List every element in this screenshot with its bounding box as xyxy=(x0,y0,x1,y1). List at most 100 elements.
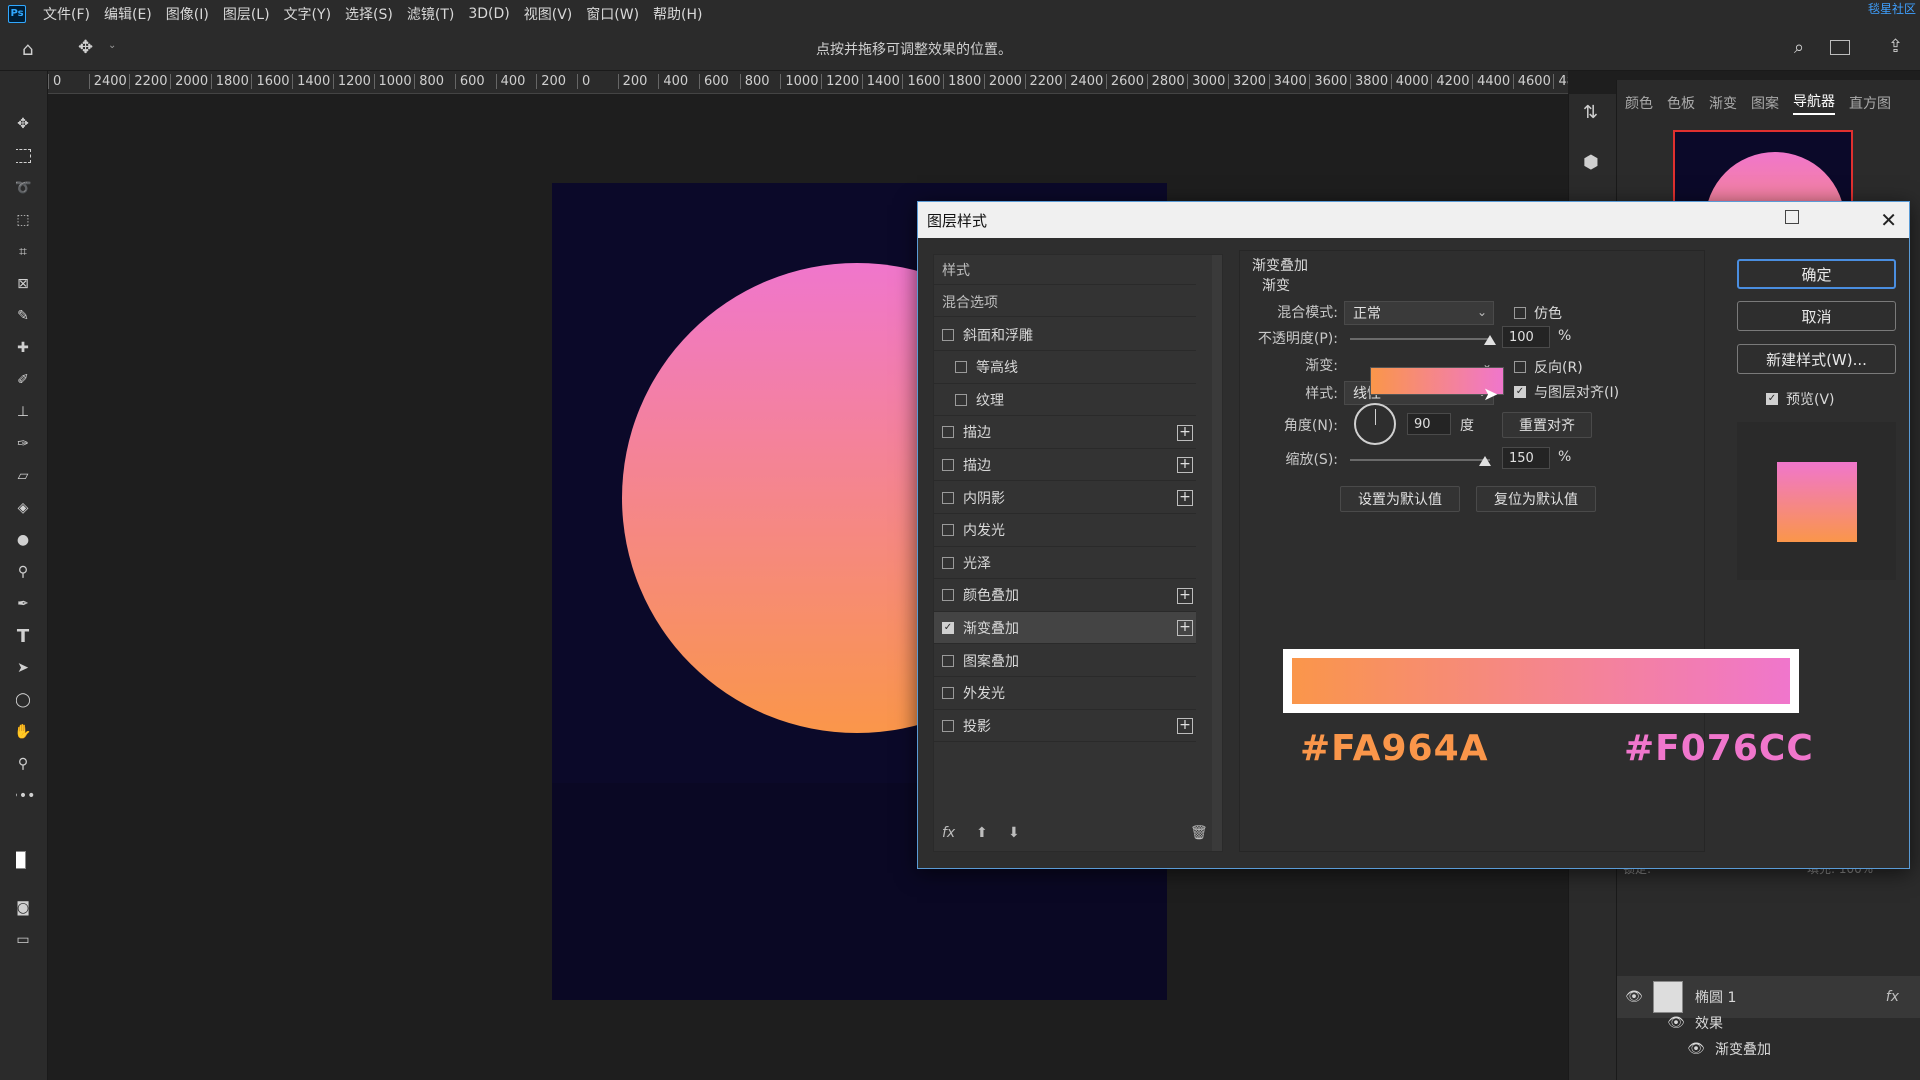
checkbox-icon[interactable] xyxy=(942,654,954,667)
checkbox-icon[interactable] xyxy=(942,524,954,537)
angle-dial[interactable] xyxy=(1354,403,1396,445)
layers-panel: 锁定: 填充: 100% 👁 椭圆 1 fx 👁 效果 👁 渐变叠加 xyxy=(1617,860,1920,1080)
style-item[interactable]: 描边 + xyxy=(934,417,1196,449)
checkbox-icon[interactable] xyxy=(942,589,954,602)
menu-select[interactable]: 选择(S) xyxy=(338,4,400,24)
scale-slider-track[interactable] xyxy=(1350,459,1490,461)
menu-type[interactable]: 文字(Y) xyxy=(277,4,338,24)
set-default-button[interactable]: 设置为默认值 xyxy=(1340,486,1460,512)
checkbox-icon[interactable] xyxy=(942,687,954,700)
dither-checkbox[interactable]: 仿色 xyxy=(1514,303,1562,323)
dialog-title-bar[interactable]: 图层样式 ✕ xyxy=(918,202,1909,238)
blend-mode-select[interactable]: 正常 ⌄ xyxy=(1344,301,1494,325)
menu-window[interactable]: 窗口(W) xyxy=(579,4,646,24)
share-icon[interactable]: ⇪ xyxy=(1888,36,1903,57)
add-icon[interactable]: + xyxy=(1177,620,1193,637)
tab-histogram[interactable]: 直方图 xyxy=(1849,93,1891,113)
checkbox-icon[interactable] xyxy=(942,556,954,569)
ruler-tick: 2000 xyxy=(170,74,211,89)
style-item-label: 描边 xyxy=(963,457,991,474)
fx-icon[interactable]: fx xyxy=(942,825,955,841)
style-item[interactable]: 内阴影 + xyxy=(934,482,1196,514)
angle-unit: 度 xyxy=(1460,418,1474,434)
add-icon[interactable]: + xyxy=(1177,424,1193,441)
menu-3d[interactable]: 3D(D) xyxy=(461,6,516,22)
checkbox-icon[interactable] xyxy=(955,361,967,374)
angle-input[interactable]: 90 xyxy=(1407,413,1451,435)
add-icon[interactable]: + xyxy=(1177,490,1193,506)
reset-default-button[interactable]: 复位为默认值 xyxy=(1476,486,1596,512)
style-list-scrollbar[interactable] xyxy=(1212,255,1222,851)
menu-layer[interactable]: 图层(L) xyxy=(216,4,277,24)
style-item[interactable]: 描边 + xyxy=(934,449,1196,482)
align-with-layer-checkbox[interactable]: ✓ 与图层对齐(I) xyxy=(1514,382,1619,402)
checkbox-icon[interactable] xyxy=(955,393,967,406)
menu-filter[interactable]: 滤镜(T) xyxy=(400,4,461,24)
checkbox-icon[interactable] xyxy=(942,458,954,471)
opacity-slider-track[interactable] xyxy=(1350,338,1490,340)
search-icon[interactable]: ⌕ xyxy=(1794,37,1804,58)
menu-file[interactable]: 文件(F) xyxy=(36,4,97,24)
cancel-button[interactable]: 取消 xyxy=(1737,301,1896,331)
checkbox-icon[interactable] xyxy=(942,328,954,341)
add-icon[interactable]: + xyxy=(1177,718,1193,735)
scale-input[interactable]: 150 xyxy=(1502,447,1550,469)
style-item[interactable]: 等高线 xyxy=(934,352,1196,384)
new-style-button[interactable]: 新建样式(W)... xyxy=(1737,344,1896,374)
style-item[interactable]: 斜面和浮雕 xyxy=(934,319,1196,351)
ruler-tick: 600 xyxy=(699,74,740,89)
visibility-eye-icon[interactable]: 👁 xyxy=(1687,1041,1705,1057)
visibility-eye-icon[interactable]: 👁 xyxy=(1667,1015,1685,1031)
move-tool-icon[interactable]: ✥ xyxy=(78,37,93,58)
tab-navigator[interactable]: 导航器 xyxy=(1793,91,1835,115)
checkbox-checked-icon[interactable]: ✓ xyxy=(942,621,954,634)
preview-label: 预览(V) xyxy=(1786,392,1835,408)
ruler-tick: 1800 xyxy=(943,74,984,89)
tab-color[interactable]: 颜色 xyxy=(1625,93,1653,113)
blend-options-item[interactable]: 混合选项 xyxy=(934,287,1196,317)
opacity-input[interactable]: 100 xyxy=(1502,326,1550,348)
tab-swatches[interactable]: 色板 xyxy=(1667,93,1695,113)
tab-gradients[interactable]: 渐变 xyxy=(1709,93,1737,113)
add-icon[interactable]: + xyxy=(1177,457,1193,474)
ruler-tick: 3800 xyxy=(1350,74,1391,89)
workspace-icon[interactable] xyxy=(1830,40,1850,55)
preview-checkbox[interactable]: ✓ 预览(V) xyxy=(1766,389,1835,409)
style-item[interactable]: ✓ 渐变叠加 + xyxy=(934,612,1196,645)
chevron-down-icon[interactable]: ⌄ xyxy=(108,40,116,51)
reverse-checkbox[interactable]: 反向(R) xyxy=(1514,357,1583,377)
move-up-icon[interactable]: ⬆ xyxy=(976,825,988,841)
close-icon[interactable]: ✕ xyxy=(1880,208,1897,232)
style-item[interactable]: 纹理 xyxy=(934,384,1196,417)
add-icon[interactable]: + xyxy=(1177,587,1193,604)
style-item[interactable]: 投影 + xyxy=(934,710,1196,743)
reset-alignment-button[interactable]: 重置对齐 xyxy=(1502,412,1592,438)
trash-icon[interactable]: 🗑 xyxy=(1190,825,1208,841)
menu-image[interactable]: 图像(I) xyxy=(159,4,216,24)
menu-view[interactable]: 视图(V) xyxy=(517,4,580,24)
menu-edit[interactable]: 编辑(E) xyxy=(97,4,159,24)
adjust-panel-icon[interactable]: ⇅ xyxy=(1583,102,1598,123)
restore-icon[interactable] xyxy=(1785,210,1799,224)
checkbox-icon[interactable] xyxy=(942,719,954,732)
checkbox-icon[interactable] xyxy=(942,491,954,504)
tab-patterns[interactable]: 图案 xyxy=(1751,93,1779,113)
3d-panel-icon[interactable]: ⬢ xyxy=(1583,152,1599,173)
fx-icon[interactable]: fx xyxy=(1886,989,1899,1005)
style-item[interactable]: 光泽 xyxy=(934,547,1196,580)
visibility-eye-icon[interactable]: 👁 xyxy=(1625,989,1643,1005)
home-icon[interactable]: ⌂ xyxy=(22,39,33,60)
styles-header[interactable]: 样式 xyxy=(934,255,1196,285)
menu-help[interactable]: 帮助(H) xyxy=(646,4,709,24)
move-down-icon[interactable]: ⬇ xyxy=(1008,825,1020,841)
layer-effect-item[interactable]: 👁 渐变叠加 xyxy=(1617,1036,1920,1062)
style-item[interactable]: 内发光 xyxy=(934,515,1196,547)
checkbox-icon[interactable] xyxy=(942,426,954,439)
scale-slider-handle[interactable] xyxy=(1479,456,1491,466)
ok-button[interactable]: 确定 xyxy=(1737,259,1896,289)
opacity-slider-handle[interactable] xyxy=(1484,335,1496,345)
layer-effects-row[interactable]: 👁 效果 xyxy=(1617,1010,1920,1036)
style-item[interactable]: 外发光 xyxy=(934,678,1196,710)
style-item[interactable]: 图案叠加 xyxy=(934,645,1196,677)
style-item[interactable]: 颜色叠加 + xyxy=(934,580,1196,612)
